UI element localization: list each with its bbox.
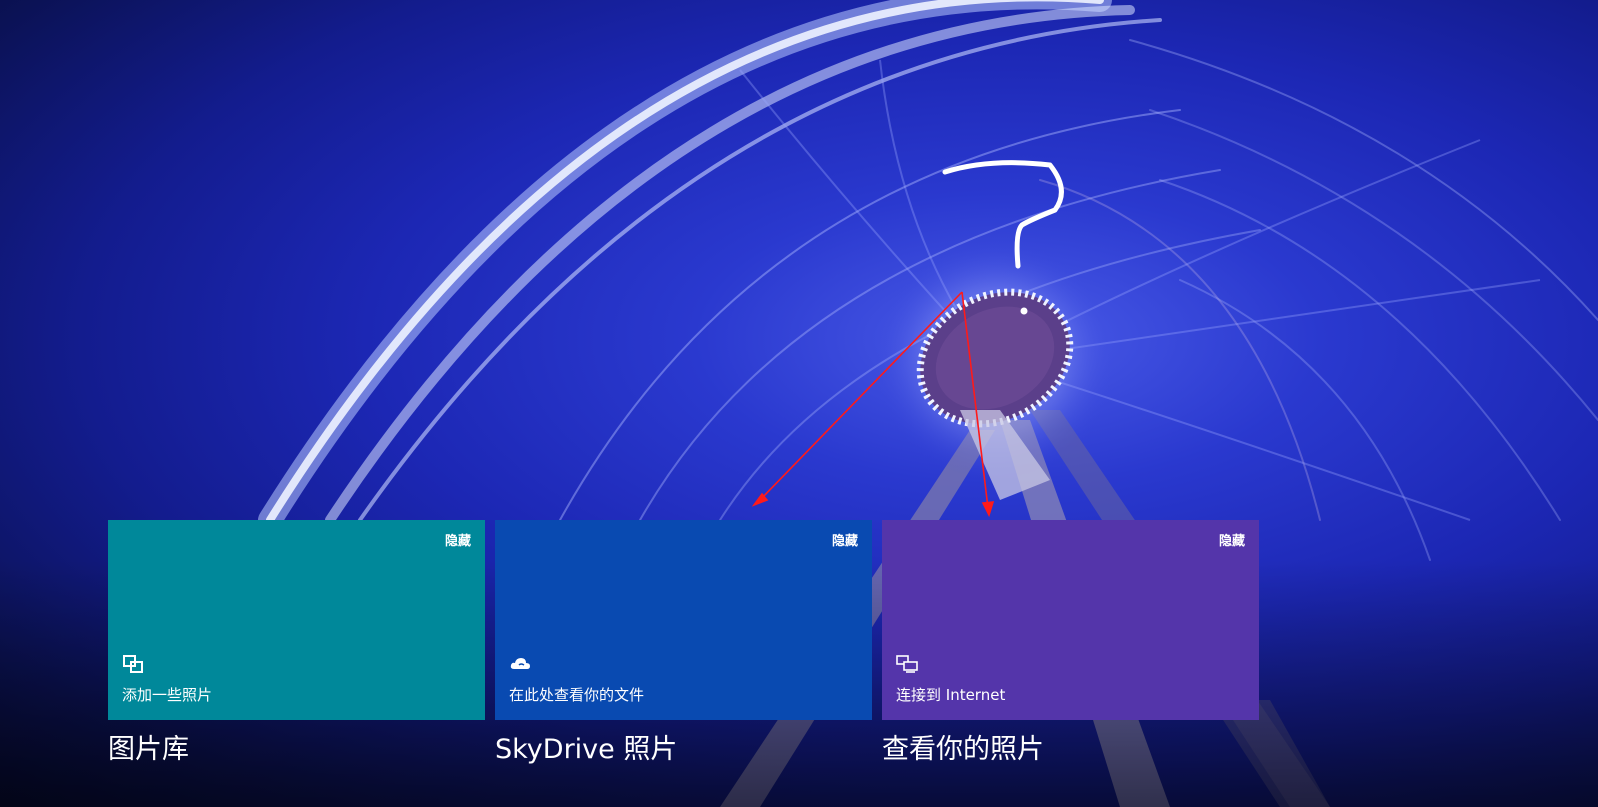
group-title-view-your-photos[interactable]: 查看你的照片 bbox=[882, 727, 1044, 766]
tile-description: 连接到 Internet bbox=[896, 686, 1006, 704]
cloud-icon bbox=[510, 658, 530, 669]
tile-connect-internet[interactable]: 隐藏 连接到 Internet bbox=[882, 520, 1259, 720]
tile-skydrive[interactable]: 隐藏 在此处查看你的文件 bbox=[495, 520, 872, 720]
tile-pictures-library[interactable]: 隐藏 添加一些照片 bbox=[108, 520, 485, 720]
hide-link[interactable]: 隐藏 bbox=[445, 530, 471, 549]
group-title-skydrive-photos[interactable]: SkyDrive 照片 bbox=[495, 727, 677, 766]
wheel-spokes bbox=[739, 59, 1541, 521]
photos-app-landing: 隐藏 添加一些照片 隐藏 在此处查看你的文件 隐藏 连接到 Internet 图… bbox=[0, 0, 1598, 807]
tile-description: 在此处查看你的文件 bbox=[509, 686, 645, 704]
hide-link[interactable]: 隐藏 bbox=[1219, 530, 1245, 549]
group-title-pictures-library[interactable]: 图片库 bbox=[108, 727, 189, 766]
hide-link[interactable]: 隐藏 bbox=[832, 530, 858, 549]
add-photos-icon bbox=[123, 655, 143, 673]
connected-devices-icon bbox=[896, 655, 918, 673]
annotation-dot bbox=[1020, 307, 1028, 315]
tile-description: 添加一些照片 bbox=[122, 686, 213, 704]
